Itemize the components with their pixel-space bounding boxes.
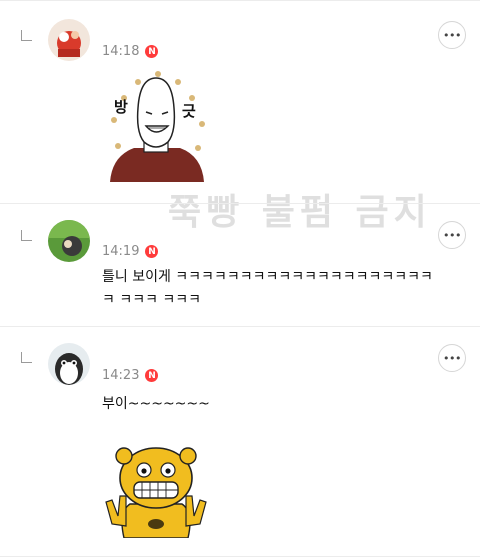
top-divider xyxy=(0,0,480,1)
more-options-button[interactable]: ••• xyxy=(438,221,466,249)
comment-text-line: ㅋ ㅋㅋㅋ ㅋㅋㅋ xyxy=(102,292,202,308)
sticker-text-right: 긋 xyxy=(182,102,196,120)
comment-meta: 14:19 N xyxy=(102,244,159,259)
comment-divider xyxy=(0,203,480,204)
avatar[interactable] xyxy=(48,220,90,262)
bald-man-sticker: 방 긋 xyxy=(100,68,212,186)
new-badge: N xyxy=(145,45,159,58)
more-options-icon: ••• xyxy=(443,28,461,42)
new-badge: N xyxy=(145,245,159,258)
comment-text-line: 틀니 보이게 ㅋㅋㅋㅋㅋㅋㅋㅋㅋㅋㅋㅋㅋㅋㅋㅋㅋㅋㅋㅋ xyxy=(102,269,433,285)
timestamp: 14:19 xyxy=(102,244,140,259)
more-options-button[interactable]: ••• xyxy=(438,344,466,372)
more-options-button[interactable]: ••• xyxy=(438,21,466,49)
bottom-divider xyxy=(0,556,480,557)
avatar[interactable] xyxy=(48,19,90,61)
yellow-character-sticker xyxy=(104,446,208,542)
reply-arrow-icon xyxy=(21,230,32,241)
reply-arrow-icon xyxy=(21,30,32,41)
reply-arrow-icon xyxy=(21,352,32,363)
sticker-text-left: 방 xyxy=(114,98,128,116)
watermark: 쭉빵 불펌 금지 xyxy=(168,192,432,233)
more-options-icon: ••• xyxy=(443,351,461,365)
timestamp: 14:18 xyxy=(102,44,140,59)
timestamp: 14:23 xyxy=(102,368,140,383)
more-options-icon: ••• xyxy=(443,228,461,242)
comment-text: 부이~~~~~~~ xyxy=(102,396,210,412)
comment-text: 틀니 보이게 ㅋㅋㅋㅋㅋㅋㅋㅋㅋㅋㅋㅋㅋㅋㅋㅋㅋㅋㅋㅋ ㅋ ㅋㅋㅋ ㅋㅋㅋ xyxy=(102,266,462,312)
comment-divider xyxy=(0,326,480,327)
comment-meta: 14:18 N xyxy=(102,44,159,59)
comment-meta: 14:23 N xyxy=(102,368,159,383)
avatar[interactable] xyxy=(48,343,90,385)
new-badge: N xyxy=(145,369,159,382)
